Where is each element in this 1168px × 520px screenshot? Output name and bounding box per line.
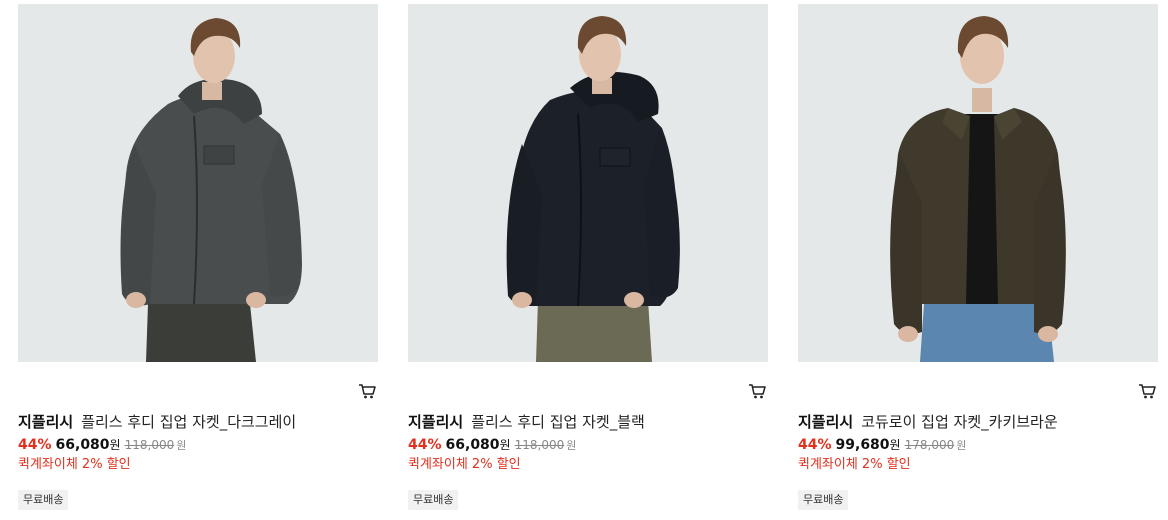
product-grid: 지플리시 플리스 후디 집업 자켓_다크그레이 44% 66,080원 118,000… <box>18 4 1158 510</box>
payment-benefit: 퀵계좌이체 2% 할인 <box>408 457 521 472</box>
sale-price: 66,080 <box>55 437 110 453</box>
product-image[interactable] <box>18 4 378 362</box>
cart-icon[interactable] <box>1138 382 1156 400</box>
product-actions <box>18 362 378 406</box>
sale-price: 99,680 <box>835 437 890 453</box>
product-name[interactable]: 코듀로이 집업 자켓_카키브라운 <box>861 413 1057 431</box>
free-shipping-badge: 무료배송 <box>18 490 69 510</box>
product-name[interactable]: 플리스 후디 집업 자켓_다크그레이 <box>81 413 296 431</box>
payment-benefit: 퀵계좌이체 2% 할인 <box>18 457 131 472</box>
product-image[interactable] <box>798 4 1158 362</box>
brand-name[interactable]: 지플리시 <box>798 413 853 431</box>
original-price: 178,000 <box>904 438 955 452</box>
original-price: 118,000 <box>514 438 565 452</box>
price-unit: 원 <box>499 438 511 452</box>
original-price: 118,000 <box>124 438 175 452</box>
discount-rate: 44% <box>798 437 832 453</box>
original-price-unit: 원 <box>176 439 187 452</box>
free-shipping-badge: 무료배송 <box>408 490 459 510</box>
discount-rate: 44% <box>408 437 442 453</box>
product-actions <box>798 362 1158 406</box>
price-unit: 원 <box>109 438 121 452</box>
product-card[interactable]: 지플리시 플리스 후디 집업 자켓_블랙 44% 66,080원 118,000 원 퀵… <box>408 4 768 510</box>
discount-rate: 44% <box>18 437 52 453</box>
price-row: 44% 99,680원 178,000 원 <box>798 436 1158 455</box>
product-title[interactable]: 지플리시 코듀로이 집업 자켓_카키브라운 <box>798 412 1158 432</box>
cart-icon[interactable] <box>358 382 376 400</box>
product-card[interactable]: 지플리시 코듀로이 집업 자켓_카키브라운 44% 99,680원 178,000 원 … <box>798 4 1158 510</box>
brand-name[interactable]: 지플리시 <box>18 413 73 431</box>
sale-price: 66,080 <box>445 437 500 453</box>
price-row: 44% 66,080원 118,000 원 <box>18 436 378 455</box>
product-card[interactable]: 지플리시 플리스 후디 집업 자켓_다크그레이 44% 66,080원 118,000… <box>18 4 378 510</box>
original-price-unit: 원 <box>956 439 967 452</box>
product-title[interactable]: 지플리시 플리스 후디 집업 자켓_다크그레이 <box>18 412 378 432</box>
cart-icon[interactable] <box>748 382 766 400</box>
original-price-unit: 원 <box>566 439 577 452</box>
payment-benefit: 퀵계좌이체 2% 할인 <box>798 457 911 472</box>
product-actions <box>408 362 768 406</box>
price-row: 44% 66,080원 118,000 원 <box>408 436 768 455</box>
product-name[interactable]: 플리스 후디 집업 자켓_블랙 <box>471 413 645 431</box>
product-title[interactable]: 지플리시 플리스 후디 집업 자켓_블랙 <box>408 412 768 432</box>
product-image[interactable] <box>408 4 768 362</box>
brand-name[interactable]: 지플리시 <box>408 413 463 431</box>
price-unit: 원 <box>889 438 901 452</box>
free-shipping-badge: 무료배송 <box>798 490 849 510</box>
